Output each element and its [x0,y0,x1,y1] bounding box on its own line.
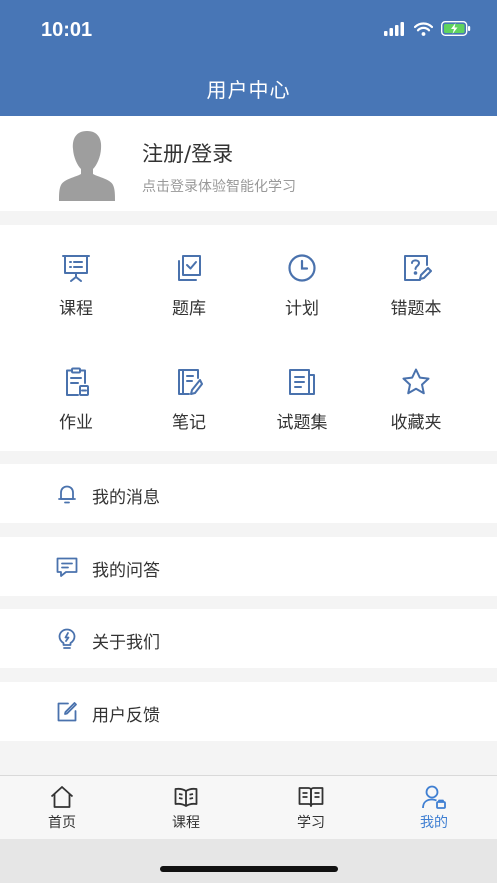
status-time: 10:01 [41,19,93,41]
app-header: 10:01 用户中心 [0,0,497,116]
tab-label: 我的 [420,815,448,831]
tab-home[interactable]: 首页 [17,784,107,832]
edit-icon [57,702,77,722]
grid-item-test-set[interactable]: 试题集 [242,366,362,446]
menu-item-messages[interactable]: 我的消息 [0,464,497,523]
tab-label: 学习 [297,815,325,831]
grid-label: 题库 [172,299,206,319]
tab-study[interactable]: 学习 [266,784,356,832]
status-icons [384,21,471,36]
clock-icon [288,254,316,282]
book-icon [174,787,198,807]
document-list-icon [289,369,315,395]
page-title: 用户中心 [206,78,291,102]
question-bank-icon [178,255,201,281]
menu-label: 用户反馈 [92,706,160,726]
grid-label: 收藏夹 [390,413,442,433]
menu-label: 关于我们 [92,633,160,653]
home-indicator[interactable] [160,866,338,872]
avatar-placeholder-icon [59,131,115,201]
menu-item-about[interactable]: 关于我们 [0,609,497,668]
login-register-link[interactable]: 注册/登录 [142,138,233,168]
grid-label: 错题本 [390,299,442,319]
grid-label: 计划 [285,299,319,319]
profile-subtitle: 点击登录体验智能化学习 [142,179,296,195]
grid-item-favorites[interactable]: 收藏夹 [356,366,476,446]
bell-icon [58,485,76,504]
tab-mine[interactable]: 我的 [389,784,479,832]
grid-label: 试题集 [276,413,328,433]
tab-courses[interactable]: 课程 [141,784,231,832]
battery-charging-icon [441,21,471,36]
grid-item-course[interactable]: 课程 [16,252,136,332]
home-indicator-area [0,839,497,883]
tab-label: 首页 [48,815,76,831]
user-icon [422,785,446,809]
grid-item-notes[interactable]: 笔记 [129,366,249,446]
grid-label: 课程 [59,299,93,319]
open-book-icon [298,787,324,807]
grid-item-homework[interactable]: 作业 [16,366,136,446]
presentation-board-icon [62,255,90,282]
grid-item-wrong-book[interactable]: 错题本 [356,252,476,332]
wrong-question-book-icon [404,255,432,281]
chat-bubble-icon [56,557,78,577]
profile-card[interactable]: 注册/登录 点击登录体验智能化学习 [0,116,497,211]
clipboard-icon [66,367,89,396]
star-icon [402,368,430,395]
bottom-tab-bar: 首页 课程 学习 我的 [0,775,497,839]
menu-item-qa[interactable]: 我的问答 [0,537,497,596]
grid-item-plan[interactable]: 计划 [242,252,362,332]
menu-item-feedback[interactable]: 用户反馈 [0,682,497,741]
grid-label: 笔记 [172,413,206,433]
note-pencil-icon [178,369,203,395]
home-icon [50,786,74,808]
feature-grid: 课程 题库 计划 错题本 作业 笔记 试题集 收藏夹 [0,225,497,451]
wifi-icon [414,21,433,36]
tab-label: 课程 [172,815,200,831]
menu-label: 我的问答 [92,561,160,581]
menu-label: 我的消息 [92,488,160,508]
grid-item-question-bank[interactable]: 题库 [129,252,249,332]
lightbulb-icon [58,628,76,649]
grid-label: 作业 [59,413,93,433]
signal-icon [384,21,404,36]
